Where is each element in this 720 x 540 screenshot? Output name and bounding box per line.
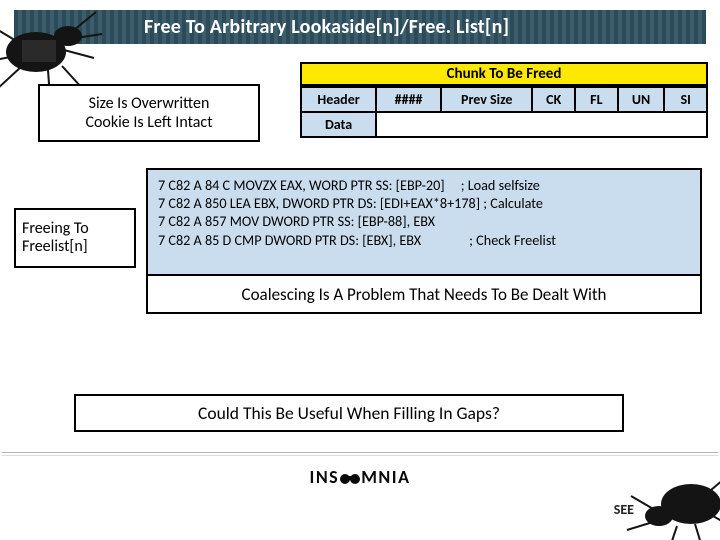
chunk-header-cell: Header xyxy=(301,87,376,112)
logo: INS MNIA xyxy=(0,466,720,490)
chunk-data-empty xyxy=(376,112,707,137)
logo-post: MNIA xyxy=(361,466,410,488)
binoculars-icon xyxy=(339,468,361,490)
question-text: Could This Be Useful When Filling In Gap… xyxy=(74,394,624,432)
logo-pre: INS xyxy=(310,466,340,488)
chunk-col-si: SI xyxy=(664,87,707,112)
problem-text: Coalescing Is A Problem That Needs To Be… xyxy=(146,274,702,314)
chunk-col-size: #### xyxy=(376,87,441,112)
freeing-box: Freeing To Freelist[n] xyxy=(14,208,136,268)
chunk-col-prevsize: Prev Size xyxy=(441,87,532,112)
chunk-col-un: UN xyxy=(618,87,665,112)
page-title: Free To Arbitrary Lookaside[n]/Free. Lis… xyxy=(144,15,509,39)
chunk-table: Header #### Prev Size CK FL UN SI Data xyxy=(300,86,708,138)
divider xyxy=(2,452,718,456)
code-box: 7 C82 A 84 C MOVZX EAX, WORD PTR SS: [EB… xyxy=(146,168,702,314)
title-bar: Free To Arbitrary Lookaside[n]/Free. Lis… xyxy=(14,10,706,44)
disassembly-text: 7 C82 A 84 C MOVZX EAX, WORD PTR SS: [EB… xyxy=(148,170,700,251)
slide: Free To Arbitrary Lookaside[n]/Free. Lis… xyxy=(0,0,720,540)
table-row: Header #### Prev Size CK FL UN SI xyxy=(301,87,707,112)
chunk-title: Chunk To Be Freed xyxy=(300,62,708,86)
cookie-intact-text: Cookie Is Left Intact xyxy=(85,113,212,132)
chunk-data-label: Data xyxy=(301,112,376,137)
table-row: Data xyxy=(301,112,707,137)
chunk-col-fl: FL xyxy=(575,87,618,112)
size-overwritten-text: Size Is Overwritten xyxy=(89,94,210,113)
cockroach-icon xyxy=(625,450,720,540)
size-cookie-box: Size Is Overwritten Cookie Is Left Intac… xyxy=(38,84,260,142)
chunk-col-ck: CK xyxy=(532,87,575,112)
slide-number: SEE xyxy=(614,501,634,518)
